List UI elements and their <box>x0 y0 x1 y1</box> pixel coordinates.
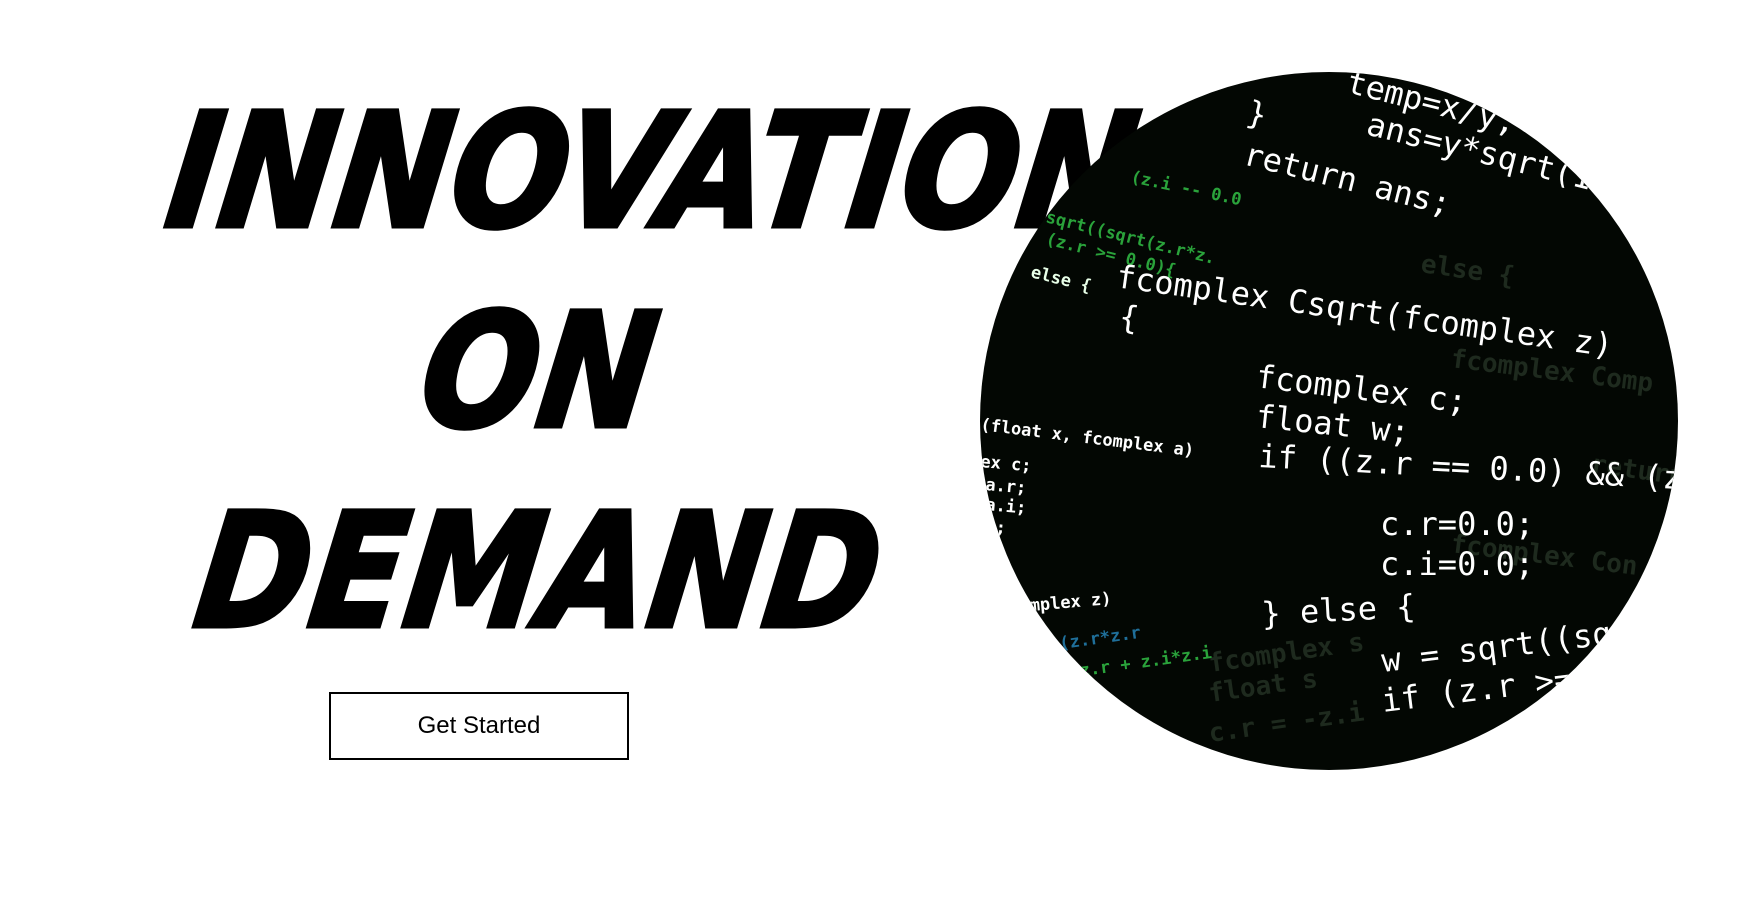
code-screen-image: fcomplex Comp fcomplex Con fcomplex s fl… <box>980 72 1678 770</box>
code-side-line: z.r*z.r + z.i*z.i <box>1038 643 1213 687</box>
code-side-line: (z.i -- 0.0 <box>1129 167 1243 210</box>
hero-line-innovation: INNOVATION <box>155 78 1151 267</box>
code-side-line: rt(z.r*z.r <box>1038 623 1142 657</box>
code-screen-graphic: fcomplex Comp fcomplex Con fcomplex s fl… <box>980 72 1678 760</box>
code-main-line: c.r=0.0; <box>1380 505 1534 543</box>
code-main-line: if ((z.r == 0.0) && (z.i == 0.0)) { <box>1258 437 1678 510</box>
hero-line-demand: DEMAND <box>184 478 897 667</box>
code-faint-line: else { <box>1419 249 1516 292</box>
code-main-line: } else { <box>1260 587 1416 633</box>
code-side-line: ex c; <box>980 452 1032 476</box>
code-side-line: c; <box>985 517 1007 539</box>
code-main-line: } <box>1243 93 1271 135</box>
code-main-line: c.r <box>1496 715 1558 760</box>
code-side-line: a.i; <box>985 495 1028 518</box>
code-side-line: else { <box>1029 262 1093 296</box>
get-started-button[interactable]: Get Started <box>329 692 629 760</box>
hero-line-on: ON <box>409 278 671 467</box>
code-main-line: { <box>1117 297 1141 337</box>
code-side-line: omplex z) <box>1019 589 1113 617</box>
hero-title: INNOVATION ON DEMAND <box>110 72 1151 672</box>
code-main-line: c.i=0.0; <box>1380 545 1534 583</box>
code-main-line: fcomplex Csqrt(fcomplex z) <box>1114 257 1615 364</box>
